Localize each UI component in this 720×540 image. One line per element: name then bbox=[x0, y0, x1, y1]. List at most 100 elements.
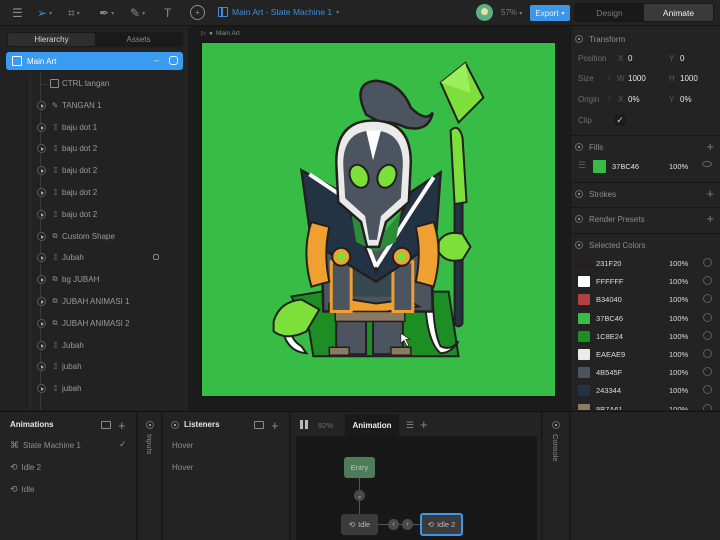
expand-arrow-icon[interactable] bbox=[37, 144, 46, 154]
lock-icon[interactable] bbox=[153, 254, 159, 261]
add-layer-button[interactable]: + bbox=[420, 418, 428, 431]
graph-zoom[interactable]: 92% bbox=[318, 421, 333, 430]
target-select-icon[interactable] bbox=[703, 403, 712, 410]
selected-color-row[interactable]: 231F20 100% bbox=[571, 255, 720, 273]
link-proportions-icon[interactable]: ⁝ bbox=[608, 74, 610, 82]
collapse-toggle-icon[interactable] bbox=[575, 241, 583, 249]
collapse-toggle-icon[interactable] bbox=[575, 215, 583, 223]
expand-arrow-icon[interactable] bbox=[37, 340, 46, 350]
export-button[interactable]: Export ▾ bbox=[530, 5, 570, 21]
fill-hex-input[interactable]: 37BC46 bbox=[612, 162, 639, 171]
expand-arrow-icon[interactable] bbox=[37, 296, 46, 306]
color-opacity[interactable]: 100% bbox=[669, 295, 688, 304]
color-swatch[interactable] bbox=[578, 312, 590, 324]
color-hex[interactable]: 8B7A61 bbox=[596, 405, 623, 410]
color-opacity[interactable]: 100% bbox=[669, 350, 688, 359]
color-swatch[interactable] bbox=[578, 349, 590, 360]
hierarchy-item[interactable]: ⁞⁞ jubah bbox=[0, 356, 189, 378]
color-swatch[interactable] bbox=[578, 330, 590, 342]
bone-tool-button[interactable]: ✎ ▾ bbox=[130, 5, 145, 21]
expand-arrow-icon[interactable] bbox=[37, 122, 46, 132]
selected-color-row[interactable]: 37BC46 100% bbox=[571, 310, 720, 328]
position-x-input[interactable]: 0 bbox=[628, 54, 632, 63]
idle-state-node[interactable]: ⟲ Idle bbox=[341, 514, 378, 535]
color-hex[interactable]: FFFFFF bbox=[596, 277, 624, 286]
graph-canvas[interactable]: Entry ⌄ ⟲ Idle ‹ › ⟲ Idle 2 bbox=[296, 436, 537, 540]
target-select-icon[interactable] bbox=[703, 276, 712, 286]
expand-arrow-icon[interactable] bbox=[37, 275, 46, 285]
add-render-preset-button[interactable]: + bbox=[706, 211, 714, 226]
target-select-icon[interactable] bbox=[703, 258, 712, 267]
color-hex[interactable]: 243344 bbox=[596, 386, 621, 395]
list-icon[interactable]: ☰ bbox=[406, 420, 414, 431]
selected-color-row[interactable]: 4B545F 100% bbox=[571, 364, 720, 382]
expand-arrow-icon[interactable] bbox=[37, 362, 46, 372]
selected-color-row[interactable]: 1C8E24 100% bbox=[571, 328, 720, 346]
selected-color-row[interactable]: EAEAE9 100% bbox=[571, 346, 720, 364]
target-select-icon[interactable] bbox=[703, 349, 712, 358]
animation-item-state-machine[interactable]: ⌘ State Machine 1 bbox=[10, 440, 81, 451]
tab-animate[interactable]: Animate bbox=[644, 4, 713, 21]
expand-arrow-icon[interactable] bbox=[37, 318, 46, 328]
hierarchy-root-main-art[interactable]: Main Art – bbox=[6, 52, 183, 70]
hierarchy-item[interactable]: ⧉ JUBAH ANIMASI 2 bbox=[0, 313, 189, 335]
color-hex[interactable]: EAEAE9 bbox=[596, 350, 625, 359]
animation-item-idle[interactable]: ⟲ Idle bbox=[10, 484, 34, 495]
user-avatar[interactable] bbox=[476, 4, 493, 21]
inputs-panel-collapsed[interactable]: Inputs bbox=[138, 412, 162, 540]
hierarchy-item[interactable]: ⁞⁞ baju dot 1 bbox=[0, 117, 189, 139]
strokes-section-header[interactable]: Strokes + bbox=[571, 183, 720, 205]
origin-y-input[interactable]: 0% bbox=[680, 95, 692, 104]
hierarchy-item[interactable]: ⁞⁞ baju dot 2 bbox=[0, 182, 189, 204]
select-tool-button[interactable]: ➢ ▾ bbox=[37, 5, 52, 21]
frame-tool-button[interactable]: ⌗ ▾ bbox=[68, 5, 80, 21]
link-icon[interactable] bbox=[169, 56, 178, 65]
add-stroke-button[interactable]: + bbox=[706, 186, 714, 201]
color-swatch[interactable] bbox=[578, 403, 590, 410]
collapse-icon[interactable]: – bbox=[154, 55, 159, 65]
zoom-level[interactable]: 57% ▾ bbox=[501, 8, 522, 17]
color-hex[interactable]: 4B545F bbox=[596, 368, 622, 377]
target-select-icon[interactable] bbox=[703, 385, 712, 395]
transition-forward-icon[interactable]: › bbox=[402, 519, 413, 530]
hierarchy-item[interactable]: CTRL tangan bbox=[0, 73, 189, 95]
color-swatch[interactable] bbox=[578, 385, 590, 397]
color-opacity[interactable]: 100% bbox=[669, 314, 688, 323]
color-hex[interactable]: B34040 bbox=[596, 295, 622, 304]
expand-arrow-icon[interactable] bbox=[37, 384, 46, 394]
pen-tool-button[interactable]: ✒ ▾ bbox=[99, 5, 114, 21]
color-hex[interactable]: 37BC46 bbox=[596, 314, 623, 323]
color-opacity[interactable]: 100% bbox=[669, 259, 688, 268]
transition-back-icon[interactable]: ‹ bbox=[388, 519, 399, 530]
origin-x-input[interactable]: 0% bbox=[628, 95, 640, 104]
expand-arrow-icon[interactable] bbox=[37, 187, 46, 197]
pause-icon[interactable] bbox=[300, 420, 308, 429]
text-tool-button[interactable]: T bbox=[164, 5, 171, 21]
selected-color-row[interactable]: FFFFFF 100% bbox=[571, 273, 720, 291]
artboard[interactable] bbox=[201, 42, 556, 397]
folder-icon[interactable] bbox=[101, 421, 111, 429]
expand-arrow-icon[interactable] bbox=[37, 231, 46, 241]
color-opacity[interactable]: 100% bbox=[669, 368, 688, 377]
folder-icon[interactable] bbox=[254, 421, 264, 429]
selected-color-row[interactable]: 8B7A61 100% bbox=[571, 401, 720, 410]
clip-checkbox[interactable]: ✓ bbox=[614, 114, 626, 126]
hierarchy-item[interactable]: ⧉ bg JUBAH bbox=[0, 269, 189, 291]
hierarchy-item[interactable]: ⁞⁞ baju dot 2 bbox=[0, 204, 189, 226]
add-animation-button[interactable]: + bbox=[118, 419, 126, 432]
hierarchy-item[interactable]: ⁞⁞ jubah bbox=[0, 378, 189, 400]
target-select-icon[interactable] bbox=[703, 294, 712, 304]
height-input[interactable]: 1000 bbox=[680, 74, 698, 83]
transition-chevron-icon[interactable]: ⌄ bbox=[354, 490, 365, 501]
canvas-area[interactable]: ▷ ● Main Art bbox=[191, 26, 569, 410]
document-title[interactable]: Main Art - State Machine 1 ▾ bbox=[218, 7, 339, 17]
animation-item-idle-2[interactable]: ⟲ Idle 2 bbox=[10, 462, 41, 473]
selected-color-row[interactable]: B34040 100% bbox=[571, 291, 720, 309]
color-hex[interactable]: 1C8E24 bbox=[596, 332, 623, 341]
color-swatch[interactable] bbox=[578, 258, 590, 269]
collapse-toggle-icon[interactable] bbox=[171, 421, 179, 429]
expand-arrow-icon[interactable] bbox=[37, 209, 46, 219]
target-select-icon[interactable] bbox=[703, 367, 712, 377]
collapse-toggle-icon[interactable] bbox=[575, 35, 583, 43]
color-swatch[interactable] bbox=[578, 367, 590, 379]
